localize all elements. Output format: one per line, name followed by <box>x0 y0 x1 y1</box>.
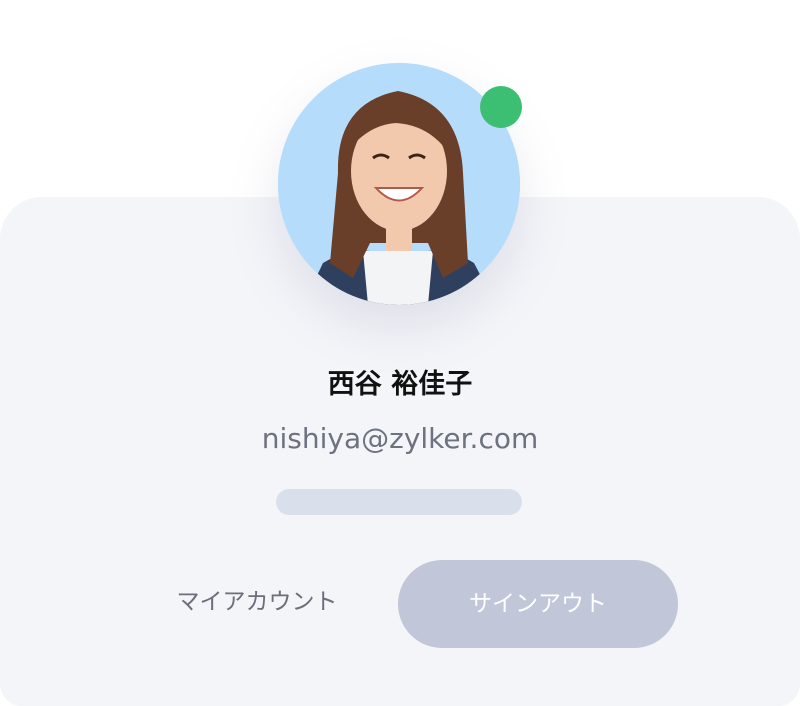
my-account-button[interactable]: マイアカウント <box>152 570 362 634</box>
online-status-indicator <box>480 86 522 128</box>
user-name: 西谷 裕佳子 <box>327 369 473 400</box>
sign-out-button[interactable]: サインアウト <box>398 560 678 648</box>
loading-placeholder-bar <box>276 489 522 515</box>
user-email: nishiya@zylker.com <box>261 422 539 455</box>
